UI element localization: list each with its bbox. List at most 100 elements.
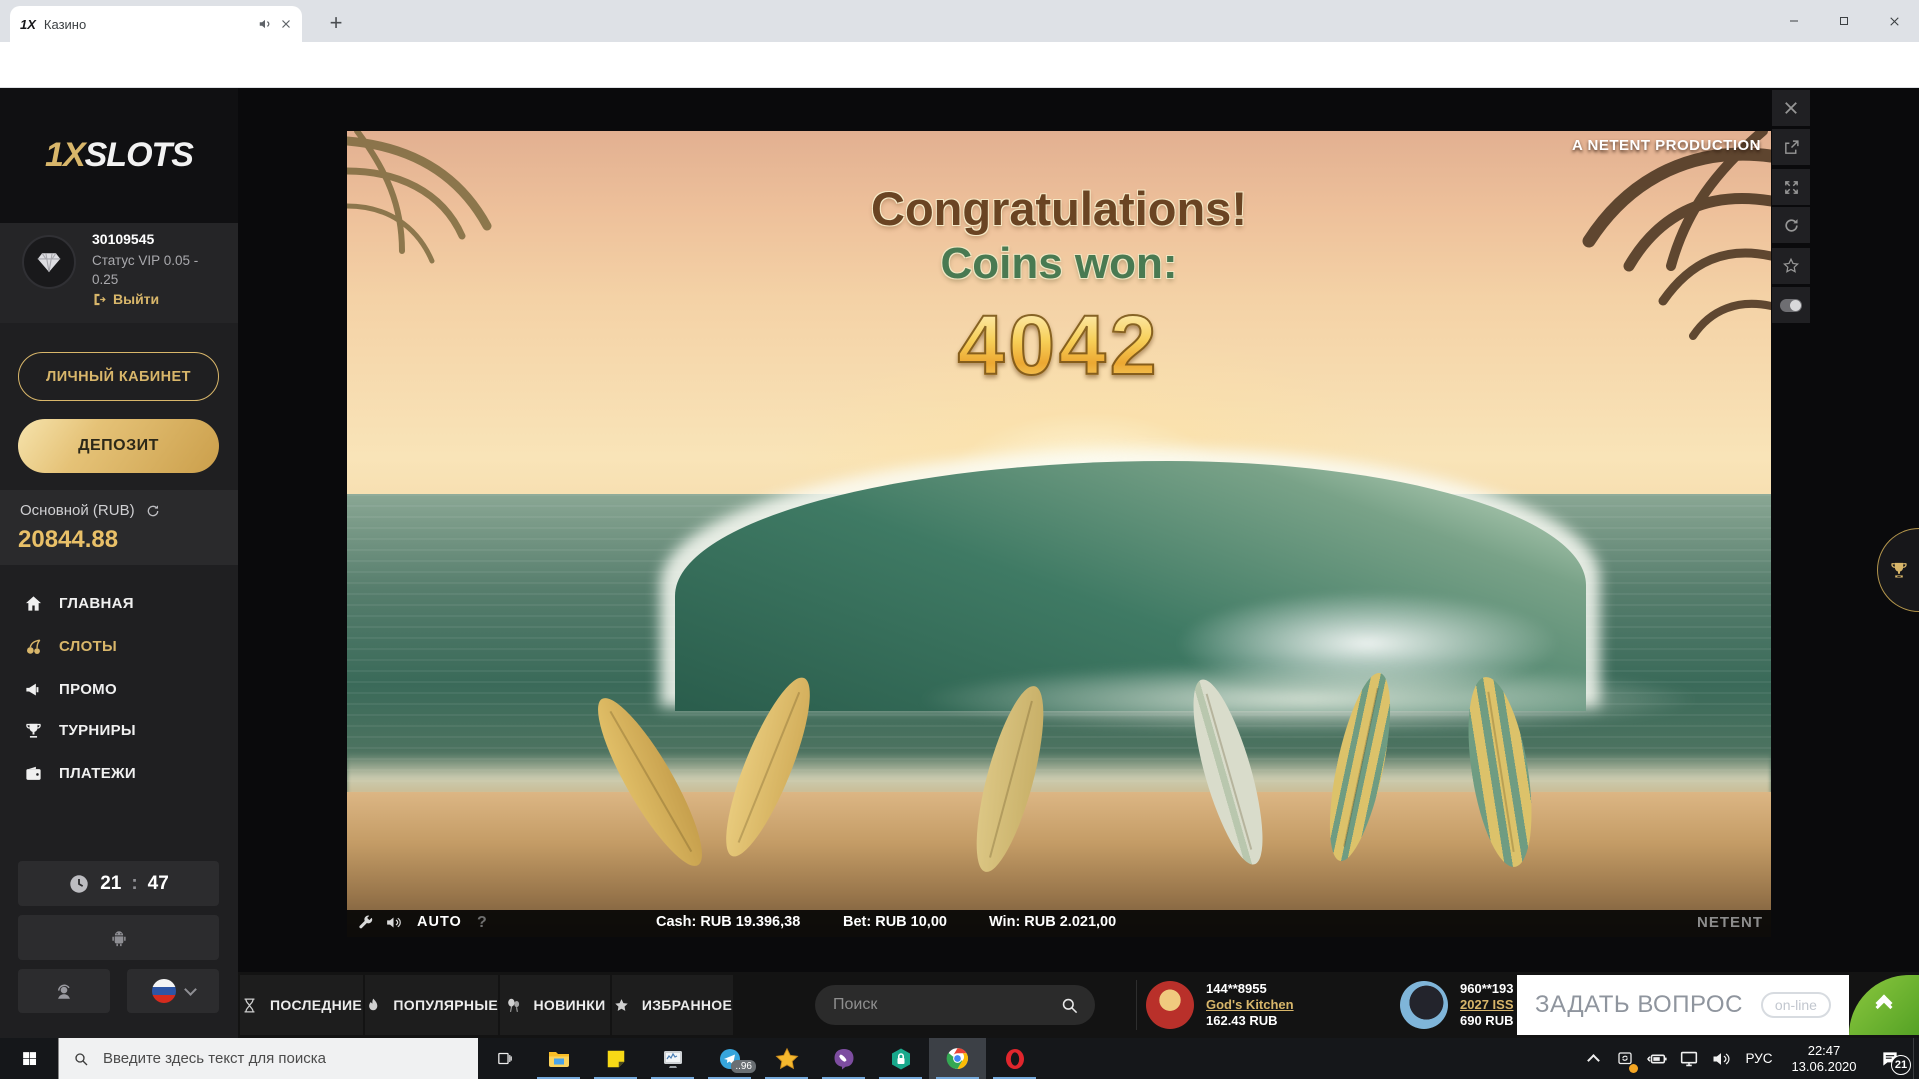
tournament-tab[interactable] <box>1877 528 1919 612</box>
vip-status: Статус VIP 0.05 - 0.25 <box>92 251 198 289</box>
game-thumbnail-gods-kitchen[interactable] <box>1146 981 1194 1029</box>
chat-expand-button[interactable] <box>1849 975 1919 1035</box>
personal-cabinet-button[interactable]: ЛИЧНЫЙ КАБИНЕТ <box>18 352 219 401</box>
taskbar-app-telegram[interactable]: ..96 <box>701 1038 758 1079</box>
taskbar-app-sticky-notes[interactable] <box>587 1038 644 1079</box>
coins-won-label: Coins won: <box>347 239 1771 289</box>
chrome-icon <box>945 1046 970 1071</box>
refresh-balance-icon[interactable] <box>145 503 161 519</box>
taskbar-search-input[interactable] <box>101 1049 464 1068</box>
tab-audio-icon[interactable] <box>258 17 272 31</box>
share-icon[interactable] <box>1772 129 1810 165</box>
tray-volume-icon[interactable] <box>1705 1038 1737 1079</box>
tray-clock[interactable]: 22:47 13.06.2020 <box>1781 1043 1867 1075</box>
sidebar-item-main[interactable]: ГЛАВНАЯ <box>0 582 238 625</box>
logout-link[interactable]: Выйти <box>92 291 159 307</box>
telegram-badge: ..96 <box>731 1060 756 1073</box>
task-view-icon <box>496 1050 513 1067</box>
bet-readout: Bet: RUB 10,00 <box>843 914 947 930</box>
game-help-button[interactable]: ? <box>477 914 487 932</box>
task-view-button[interactable] <box>478 1038 530 1079</box>
browser-toolbar: 1xslot.com/ru/slots/?game=145300&demo=0 <box>0 42 1919 88</box>
tab-title: Казино <box>44 17 250 32</box>
tab-favorites[interactable]: ИЗБРАННОЕ <box>612 975 733 1035</box>
reload-game-icon[interactable] <box>1772 207 1810 243</box>
close-game-icon[interactable] <box>1772 90 1810 126</box>
taskbar-app-kaspersky[interactable] <box>872 1038 929 1079</box>
balloons-icon <box>505 997 522 1014</box>
game-canvas[interactable]: A NETENT PRODUCTION Congratulations! Coi… <box>347 131 1771 937</box>
sync-alert-dot <box>1629 1064 1638 1073</box>
support-button[interactable] <box>18 969 110 1013</box>
star-icon <box>613 997 630 1014</box>
taskbar-app-explorer[interactable] <box>530 1038 587 1079</box>
tab-new[interactable]: НОВИНКИ <box>500 975 610 1035</box>
window-minimize-icon[interactable] <box>1769 0 1819 42</box>
start-button[interactable] <box>0 1038 58 1079</box>
browser-tab-casino[interactable]: 1X Казино <box>10 6 302 42</box>
tray-time: 22:47 <box>1781 1043 1867 1059</box>
taskbar-app-favorites[interactable] <box>758 1038 815 1079</box>
tray-language[interactable]: РУС <box>1737 1051 1781 1066</box>
logout-icon <box>92 292 107 307</box>
netent-brand: NETENT <box>1697 914 1763 931</box>
deposit-button[interactable]: ДЕПОЗИТ <box>18 419 219 473</box>
language-selector[interactable] <box>127 969 219 1013</box>
taskbar-app-system-monitor[interactable] <box>644 1038 701 1079</box>
sidebar-item-tournaments[interactable]: ТУРНИРЫ <box>0 709 238 752</box>
game-sound-icon[interactable] <box>385 914 402 931</box>
taskbar-app-viber[interactable] <box>815 1038 872 1079</box>
taskbar-app-chrome[interactable] <box>929 1038 986 1079</box>
tray-sync-icon[interactable] <box>1609 1038 1641 1079</box>
new-tab-button[interactable]: + <box>322 10 350 38</box>
search-icon <box>73 1051 89 1067</box>
online-badge: on-line <box>1761 992 1831 1018</box>
show-desktop-strip[interactable] <box>1913 1038 1919 1079</box>
tray-chevron-up-icon[interactable] <box>1577 1038 1609 1079</box>
cash-readout: Cash: RUB 19.396,38 <box>656 914 800 930</box>
winner-player: 960**193 <box>1460 981 1514 997</box>
logo[interactable]: 1XSLOTS <box>0 88 238 223</box>
congratulations-text: Congratulations! <box>347 181 1771 236</box>
taskbar-search[interactable] <box>58 1038 478 1079</box>
game-thumbnail-2027-iss[interactable] <box>1400 981 1448 1029</box>
tray-network-icon[interactable] <box>1673 1038 1705 1079</box>
window-maximize-icon[interactable] <box>1819 0 1869 42</box>
winner-amount: 162.43 RUB <box>1206 1013 1294 1029</box>
mode-toggle[interactable] <box>1772 287 1810 323</box>
russian-flag-icon <box>152 979 176 1003</box>
winner-ticker-item: 960**193 2027 ISS 690 RUB <box>1400 981 1514 1029</box>
android-app-button[interactable] <box>18 915 219 960</box>
fullscreen-icon[interactable] <box>1772 169 1810 205</box>
game-stage: A NETENT PRODUCTION Congratulations! Coi… <box>238 88 1919 972</box>
site-favicon: 1X <box>20 17 36 32</box>
megaphone-icon <box>24 680 43 699</box>
tab-close-icon[interactable] <box>280 18 292 30</box>
game-control-bar: AUTO ? Cash: RUB 19.396,38 Bet: RUB 10,0… <box>347 910 1771 937</box>
game-settings-wrench-icon[interactable] <box>357 914 374 931</box>
profile-block: 30109545 Статус VIP 0.05 - 0.25 Выйти <box>0 223 238 323</box>
divider <box>1136 980 1137 1030</box>
action-center-button[interactable]: 21 <box>1867 1038 1913 1079</box>
sidebar-item-promo[interactable]: ПРОМО <box>0 668 238 711</box>
tab-popular[interactable]: ПОПУЛЯРНЫЕ <box>365 975 498 1035</box>
avatar[interactable] <box>22 235 76 289</box>
winner-game-link[interactable]: 2027 ISS <box>1460 997 1514 1013</box>
wallet-icon <box>24 764 43 783</box>
taskbar-app-opera[interactable] <box>986 1038 1043 1079</box>
sidebar-item-slots[interactable]: СЛОТЫ <box>0 625 238 668</box>
autoplay-button[interactable]: AUTO <box>417 914 462 930</box>
favorite-game-star-icon[interactable] <box>1772 248 1810 284</box>
game-search[interactable] <box>815 985 1095 1025</box>
ask-question-panel[interactable]: ЗАДАТЬ ВОПРОС on-line <box>1517 975 1849 1035</box>
game-search-input[interactable] <box>831 995 1060 1015</box>
sidebar-item-payments[interactable]: ПЛАТЕЖИ <box>0 752 238 795</box>
window-close-icon[interactable] <box>1869 0 1919 42</box>
tray-power-icon[interactable] <box>1641 1038 1673 1079</box>
folder-icon <box>547 1047 571 1071</box>
tab-recent[interactable]: ПОСЛЕДНИЕ <box>240 975 363 1035</box>
win-readout: Win: RUB 2.021,00 <box>989 914 1116 930</box>
production-credit: A NETENT PRODUCTION <box>1572 137 1761 154</box>
winner-game-link[interactable]: God's Kitchen <box>1206 997 1294 1013</box>
search-icon[interactable] <box>1060 996 1079 1015</box>
